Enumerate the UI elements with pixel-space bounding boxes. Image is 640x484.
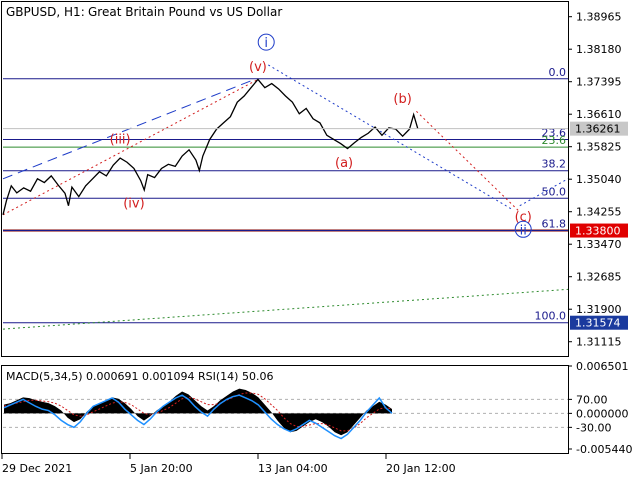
price-axis-tick-label: 1.36610: [576, 108, 622, 121]
fib-level-label: 50.0: [542, 185, 567, 198]
chart-canvas: 0.023.623.638.250.061.8100.0 i(v)(iii)(i…: [1, 1, 632, 475]
wave-label: (iv): [123, 196, 144, 211]
price-axis-tick-label: 1.33470: [576, 238, 622, 251]
price-axis-tick-label: 1.34255: [576, 206, 622, 219]
time-axis-tick-label: 29 Dec 2021: [2, 462, 72, 475]
fib-level-label: 61.8: [542, 218, 567, 231]
main-chart-frame: [1, 1, 569, 357]
indicator-axis-tick-label: -0.005440: [576, 443, 632, 456]
fib-level-label: 100.0: [535, 310, 567, 323]
time-axis-group: 29 Dec 2021 5 Jan 20:00 13 Jan 04:00 20 Jan…: [1, 454, 456, 475]
price-axis-tick-label: 1.35825: [576, 141, 622, 154]
price-axis-tick-label: 1.32685: [576, 271, 622, 284]
wave-label: (v): [249, 60, 267, 75]
price-axis-tick-label: 1.35040: [576, 173, 622, 186]
indicator-axis-tick-label: 0.000000: [576, 407, 629, 420]
wave-label: i: [264, 36, 268, 51]
indicator-axis-tick-label: 0.006501: [576, 360, 629, 373]
wave-label: (a): [335, 156, 353, 171]
wave-label: (iii): [110, 133, 131, 148]
fib-level-label: 23.6: [542, 134, 567, 147]
price-tag-label: 1.31574: [575, 317, 621, 330]
price-axis-group: 1.38965 1.38180 1.37395 1.36610 1.35825 1.350…: [568, 11, 622, 349]
fib-level-label: 0.0: [549, 66, 567, 79]
price-tag-label: 1.33800: [575, 225, 621, 238]
time-axis-tick-label: 20 Jan 12:00: [386, 462, 456, 475]
indicator-title: MACD(5,34,5) 0.000691 0.001094 RSI(14) 5…: [6, 370, 273, 383]
price-tag-label: 1.36261: [575, 123, 621, 136]
price-axis-tick-label: 1.38965: [576, 11, 622, 24]
chart-header-symbol: GBPUSD, H1:: [6, 5, 85, 19]
price-axis-tick-label: 1.31900: [576, 303, 622, 316]
indicator-axis-tick-label: 70.00: [576, 393, 608, 406]
price-axis-tick-label: 1.37395: [576, 76, 622, 89]
time-axis-tick-label: 13 Jan 04:00: [258, 462, 328, 475]
price-axis-tick-label: 1.38180: [576, 43, 622, 56]
trading-chart: 0.0 23.6 23.6 38.2 50.0 61.8 100.0 i (v) (iii) (i…: [0, 0, 640, 480]
wave-label: ii: [520, 223, 527, 238]
time-axis-tick-label: 5 Jan 20:00: [130, 462, 193, 475]
fib-level-label: 38.2: [542, 158, 567, 171]
wave-label: (b): [393, 92, 411, 107]
indicator-axis-tick-label: -30.00: [576, 421, 611, 434]
chart-header-description: Great Britain Pound vs US Dollar: [88, 5, 282, 19]
price-axis-tick-label: 1.31115: [576, 336, 622, 349]
